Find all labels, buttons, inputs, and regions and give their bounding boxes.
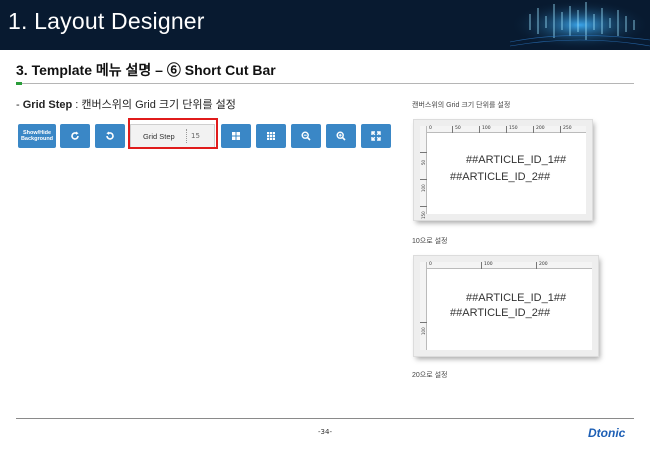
undo-icon	[106, 131, 114, 140]
large-grid-icon	[232, 132, 240, 140]
preview1-note: 10으로 설정	[412, 238, 448, 245]
ruler-tick: 50	[452, 126, 461, 133]
zoom-out-button[interactable]	[291, 124, 321, 148]
show-hide-background-button[interactable]: Show/Hide Background	[18, 124, 56, 148]
article-placeholder: ##ARTICLE_ID_2##	[450, 307, 551, 319]
fit-screen-button[interactable]	[361, 124, 391, 148]
ruler-tick: 150	[420, 206, 427, 219]
left-ruler: 50 100 150	[420, 126, 427, 219]
footer-divider	[16, 418, 634, 419]
grid-step-highlight	[128, 118, 218, 149]
zoom-in-icon	[336, 131, 346, 141]
section-divider	[16, 82, 634, 85]
ruler-tick: 250	[560, 126, 572, 133]
small-grid-icon	[267, 132, 275, 140]
ruler-tick: 200	[533, 126, 545, 133]
article-placeholder: ##ARTICLE_ID_2##	[450, 171, 551, 183]
preview1-caption: 캔버스위의 Grid 크기 단위를 설정	[412, 102, 511, 109]
description-term: Grid Step	[22, 99, 73, 111]
slide-title: 1. Layout Designer	[8, 8, 205, 34]
description-prefix: -	[16, 99, 23, 111]
preview2-note: 20으로 설정	[412, 372, 448, 379]
header-decoration	[509, 0, 650, 50]
description-text: : 캔버스위의 Grid 크기 단위를 설정	[72, 99, 236, 111]
ruler-tick: 200	[536, 262, 548, 269]
zoom-out-icon	[301, 131, 311, 141]
top-ruler: 0 50 100 150 200 250	[420, 126, 586, 133]
small-grid-button[interactable]	[256, 124, 286, 148]
slide-header: 1. Layout Designer	[0, 0, 650, 50]
ruler-tick: 100	[420, 179, 427, 192]
dtonic-logo: Dtonic	[588, 426, 626, 440]
redo-button[interactable]	[60, 124, 90, 148]
canvas-preview-grid-20: 0 100 200 100 ##ARTICLE_ID_1## ##ARTICLE…	[414, 256, 598, 356]
article-placeholder: ##ARTICLE_ID_1##	[466, 292, 567, 304]
zoom-in-button[interactable]	[326, 124, 356, 148]
left-ruler: 100	[420, 262, 427, 350]
ruler-tick: 100	[420, 322, 427, 335]
ruler-tick: 100	[481, 262, 493, 269]
page-number: -34-	[318, 428, 332, 436]
canvas-preview-grid-10: 0 50 100 150 200 250 50 100 150 ##ARTICL…	[414, 120, 592, 220]
top-ruler: 0 100 200	[420, 262, 592, 269]
large-grid-button[interactable]	[221, 124, 251, 148]
ruler-tick: 150	[506, 126, 518, 133]
ruler-tick: 100	[479, 126, 491, 133]
ruler-tick: 50	[420, 152, 427, 165]
redo-icon	[71, 131, 79, 140]
article-placeholder: ##ARTICLE_ID_1##	[466, 154, 567, 166]
section-title: 3. Template 메뉴 설명 – ⑥ Short Cut Bar	[16, 62, 276, 78]
undo-button[interactable]	[95, 124, 125, 148]
fit-screen-icon	[371, 131, 381, 141]
grid-step-description: - Grid Step : 캔버스위의 Grid 크기 단위를 설정	[16, 96, 236, 112]
